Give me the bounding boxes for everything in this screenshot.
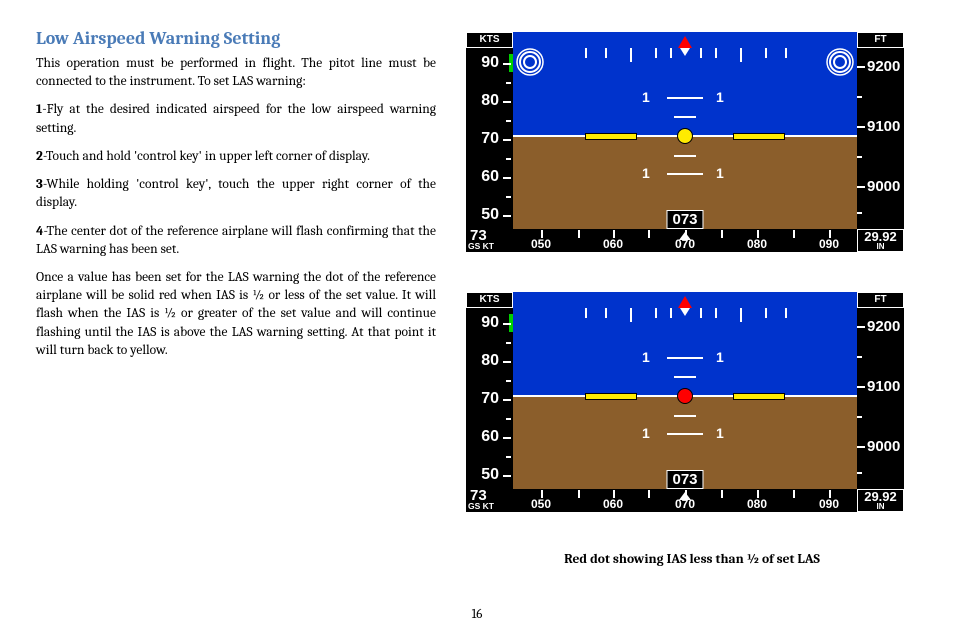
touch-target-right-icon[interactable] — [826, 48, 854, 76]
heading-tape: 073 050 060 070 080 090 — [513, 229, 857, 252]
baro-unit: IN — [858, 243, 903, 251]
airspeed-tape: KTS 90 80 70 60 50 73 GS KT — [466, 32, 513, 252]
ref-wing-left — [586, 394, 636, 399]
pitch-label: 1 — [642, 165, 650, 181]
pitch-label: 1 — [716, 165, 724, 181]
pitch-bar — [667, 173, 703, 175]
gs-label: GS KT — [468, 241, 494, 251]
roll-scale — [575, 308, 795, 338]
airspeed-value: 90 — [481, 54, 499, 72]
airspeed-label: KTS — [466, 32, 513, 48]
pitch-label: 1 — [642, 89, 650, 105]
figure-caption: Red dot showing IAS less than ½ of set L… — [466, 552, 918, 567]
baro-setting: 29.92 IN — [857, 229, 904, 252]
airspeed-value: 80 — [481, 92, 499, 110]
airspeed-value: 50 — [481, 206, 499, 224]
hdg-tick-label: 050 — [531, 237, 551, 251]
ref-wing-right — [734, 134, 784, 139]
heading-box: 073 — [666, 210, 703, 229]
hdg-tick-label: 080 — [747, 237, 767, 251]
airspeed-tape: KTS 90 80 70 60 50 73 GS KT — [466, 292, 513, 512]
pitch-label: 1 — [716, 89, 724, 105]
ref-wing-right — [734, 394, 784, 399]
page-number: 16 — [472, 607, 483, 622]
step-2: 2-Touch and hold 'control key' in upper … — [36, 148, 436, 166]
heading-tape: 073 050 060 070 080 090 — [513, 489, 857, 512]
altitude-value: 9200 — [867, 58, 900, 75]
hdg-tick-label: 090 — [819, 237, 839, 251]
roll-pointer-icon — [678, 296, 692, 308]
roll-pointer-icon — [678, 36, 692, 48]
airspeed-value: 60 — [481, 168, 499, 186]
ref-airplane-dot — [678, 129, 692, 143]
altitude-value: 9100 — [867, 118, 900, 135]
pitch-bar — [667, 97, 703, 99]
step-4: 4-The center dot of the reference airpla… — [36, 223, 436, 259]
ref-airplane-dot-red — [678, 389, 692, 403]
step-1: 1-Fly at the desired indicated airspeed … — [36, 101, 436, 137]
pitch-bar — [674, 155, 696, 157]
airspeed-value: 70 — [481, 130, 499, 148]
heading-bug-icon — [679, 232, 691, 240]
pitch-bar — [674, 116, 696, 118]
ref-wing-left — [586, 134, 636, 139]
altitude-tape: FT 9200 9100 9000 29.92 IN — [857, 292, 904, 512]
groundspeed: 73 GS KT — [466, 229, 513, 252]
pfd-display-2: 1 1 1 1 KTS 90 80 70 60 50 — [466, 292, 904, 512]
altitude-tape: FT 9200 9100 9000 29.92 IN — [857, 32, 904, 252]
explain-text: Once a value has been set for the LAS wa… — [36, 269, 436, 360]
intro-text: This operation must be performed in flig… — [36, 55, 436, 91]
pfd-display-1: 1 1 1 1 KTS 90 80 70 60 — [466, 32, 904, 252]
altitude-label: FT — [857, 32, 904, 48]
section-heading: Low Airspeed Warning Setting — [36, 28, 436, 49]
touch-target-left-icon[interactable] — [516, 48, 544, 76]
altitude-value: 9000 — [867, 178, 900, 195]
step-3: 3-While holding 'control key', touch the… — [36, 176, 436, 212]
roll-scale — [575, 48, 795, 78]
hdg-tick-label: 060 — [603, 237, 623, 251]
